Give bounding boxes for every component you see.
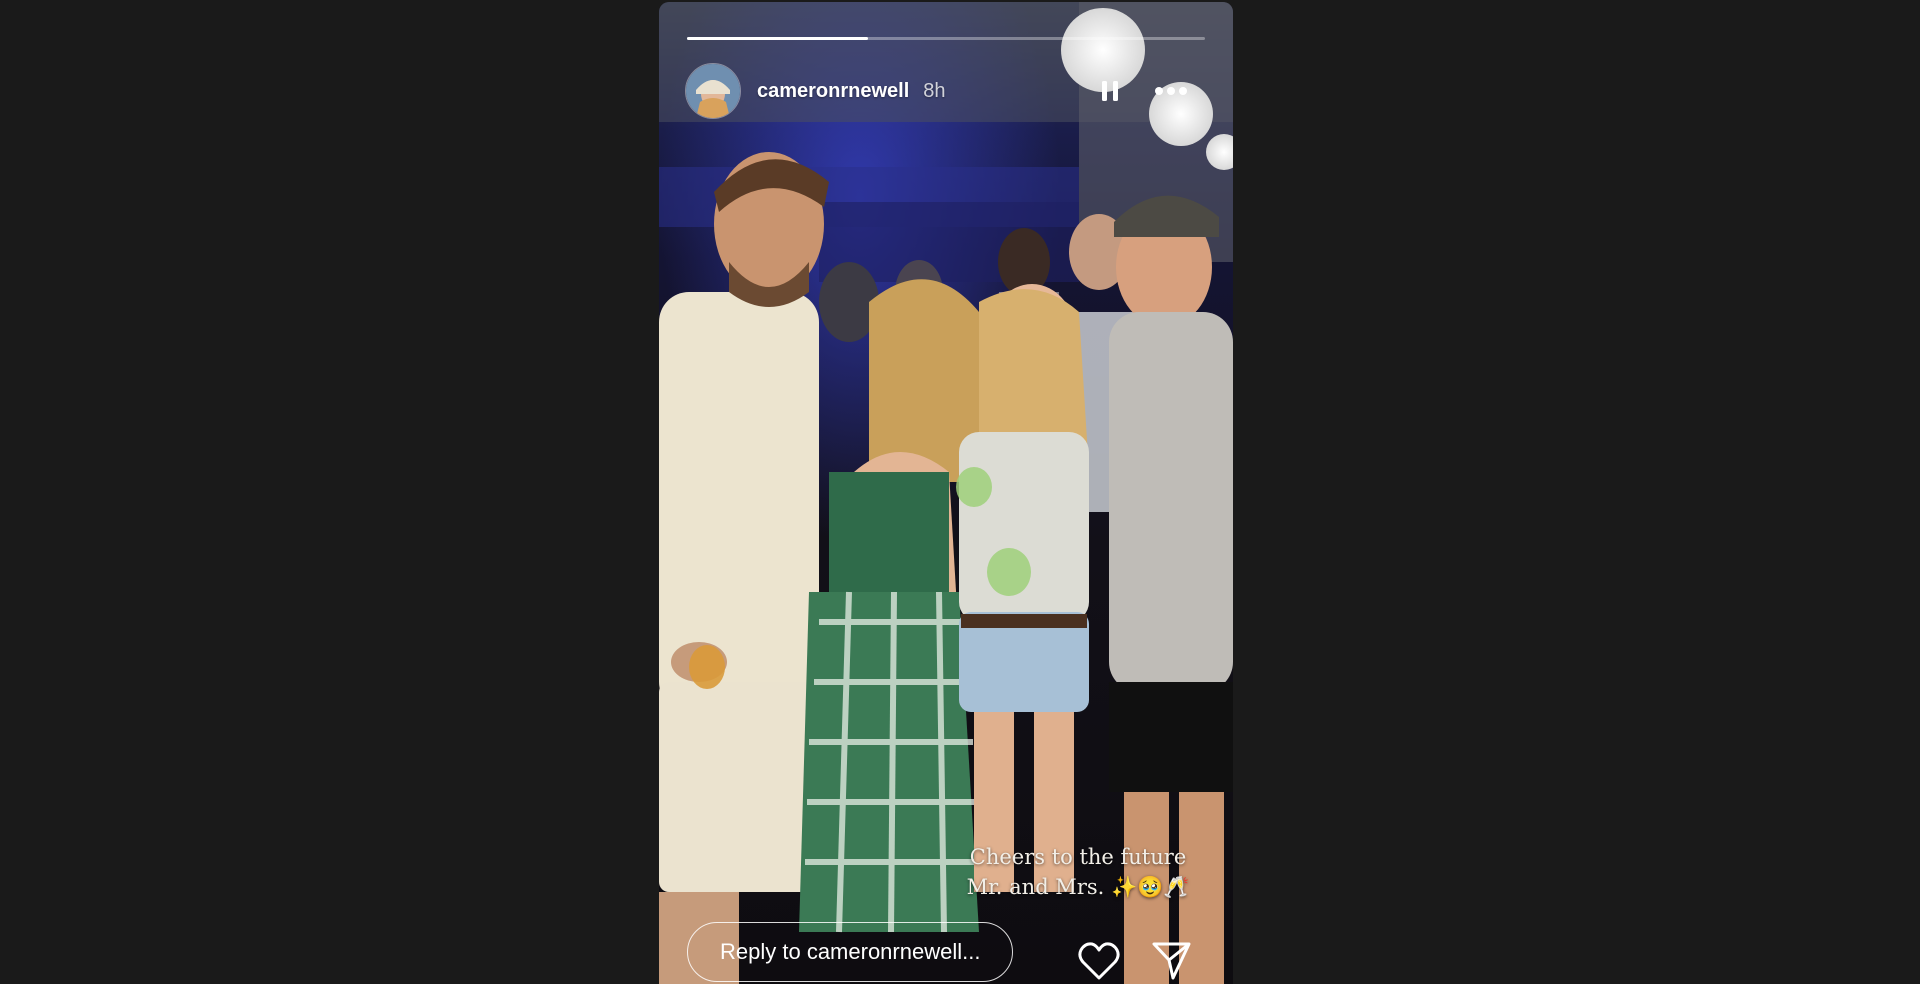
- story-username[interactable]: cameronrnewell: [757, 80, 909, 103]
- story-progress-bar: [687, 37, 1205, 40]
- heart-icon: [1078, 942, 1120, 980]
- story-header: cameronrnewell 8h: [685, 62, 946, 120]
- story-frame[interactable]: cameronrnewell 8h Cheers to the future M…: [659, 2, 1233, 984]
- story-timestamp: 8h: [923, 79, 946, 102]
- more-options-button[interactable]: [1151, 76, 1191, 106]
- send-icon: [1152, 942, 1191, 980]
- avatar[interactable]: [685, 63, 741, 119]
- caption-line-1: Cheers to the future: [969, 845, 1187, 869]
- pause-button[interactable]: [1095, 76, 1125, 106]
- story-photo: [659, 2, 1233, 984]
- story-caption: Cheers to the future Mr. and Mrs. ✨🥹🥂: [953, 842, 1203, 902]
- pause-icon: [1102, 81, 1118, 101]
- avatar-image: [686, 64, 740, 118]
- like-button[interactable]: [1077, 940, 1121, 982]
- more-horizontal-icon: [1155, 87, 1187, 95]
- caption-line-2: Mr. and Mrs. ✨🥹🥂: [966, 875, 1190, 899]
- story-viewer: cameronrnewell 8h Cheers to the future M…: [0, 0, 1920, 984]
- reply-input[interactable]: [687, 922, 1013, 982]
- story-progress-fill: [687, 37, 869, 40]
- send-button[interactable]: [1149, 938, 1193, 982]
